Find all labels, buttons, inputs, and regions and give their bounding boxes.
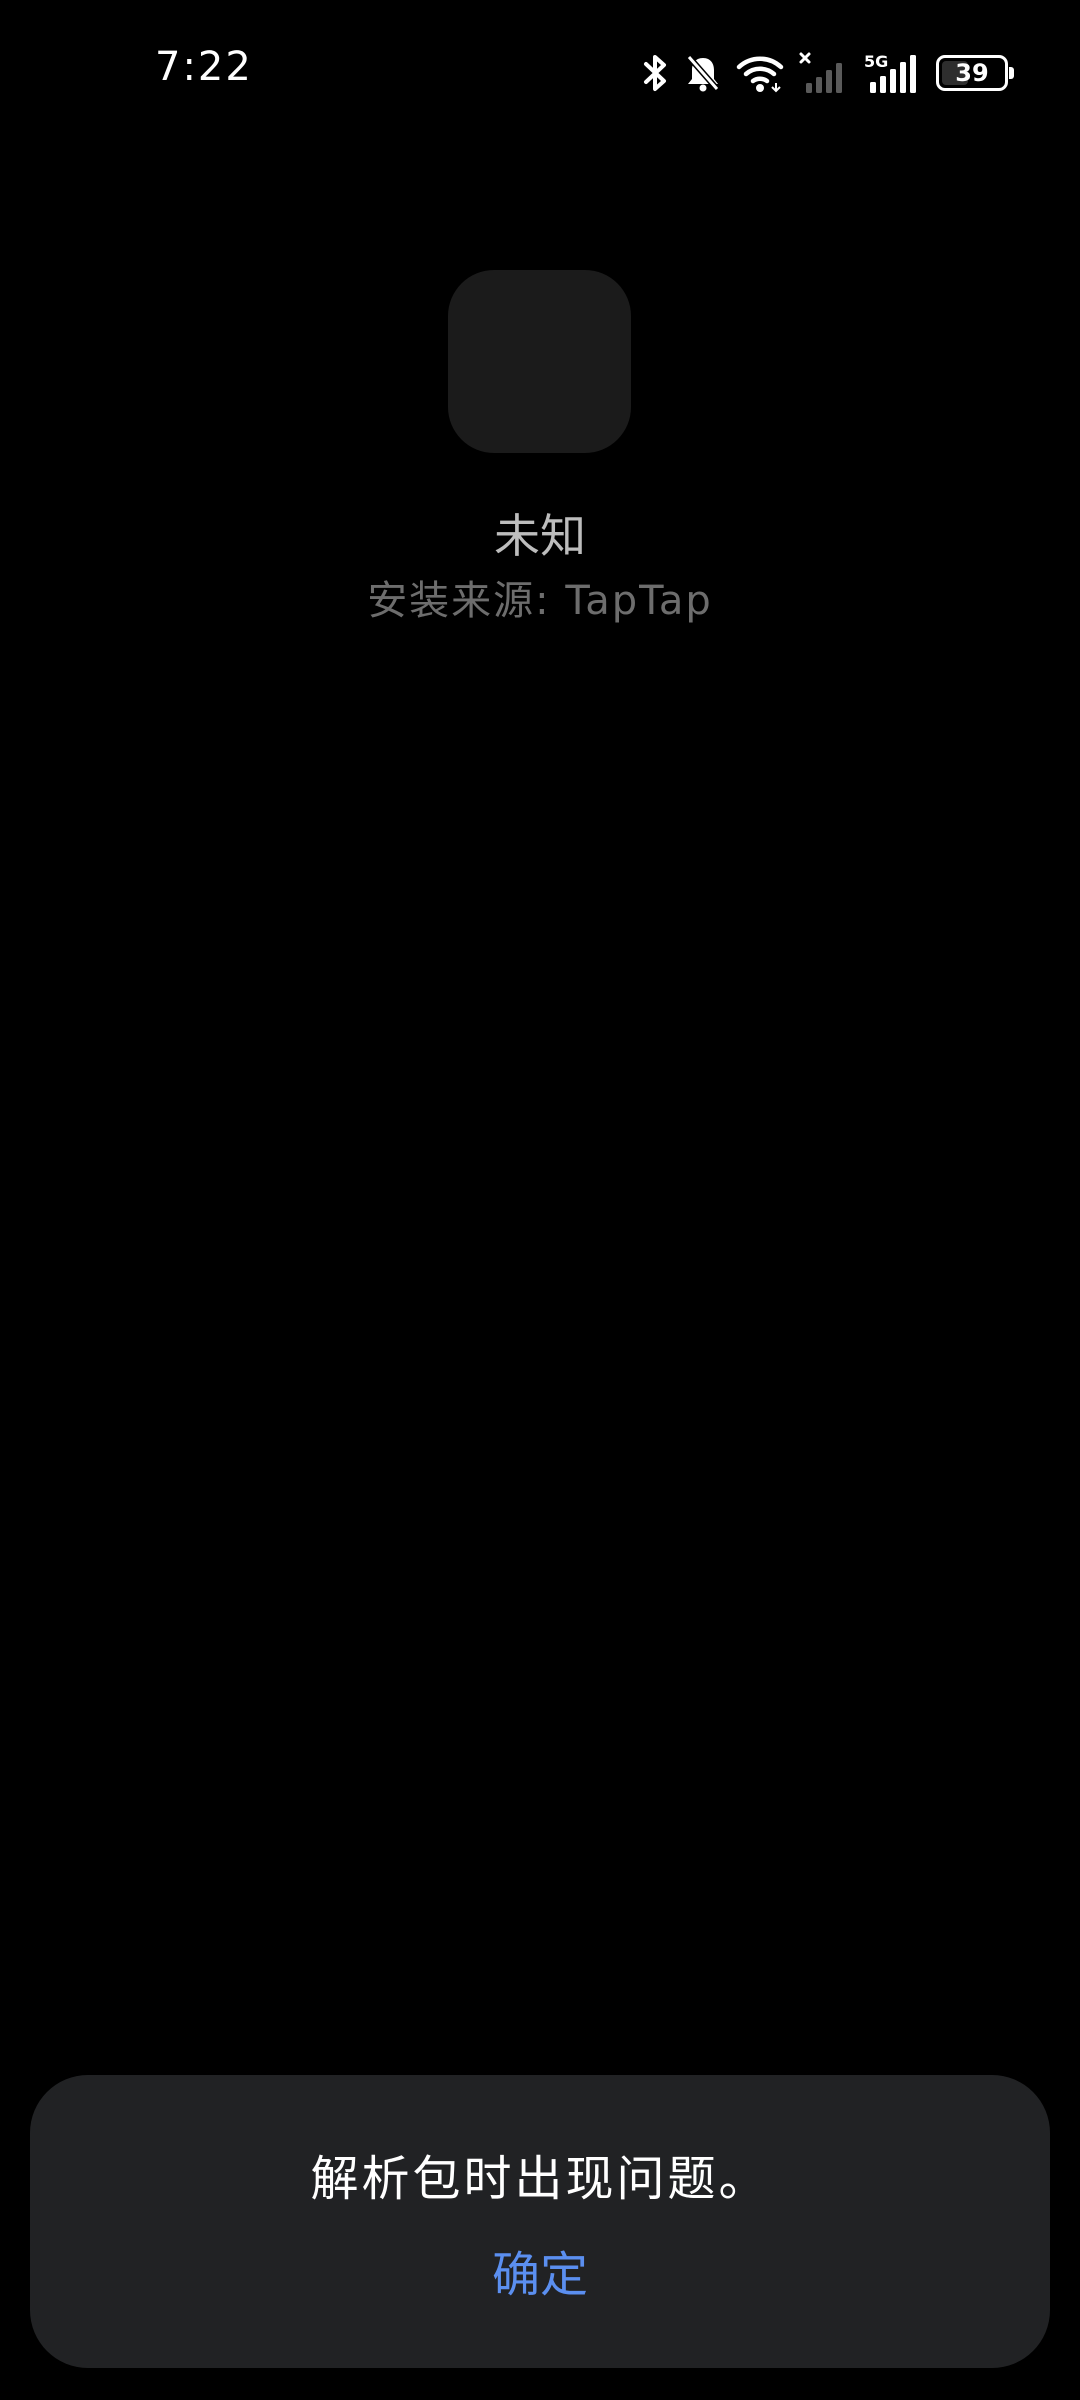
parse-error-dialog: 解析包时出现问题。 确定 — [30, 2075, 1050, 2368]
bluetooth-icon — [640, 53, 670, 93]
status-icons: 5G 39 — [640, 48, 1014, 98]
app-icon-placeholder — [448, 270, 631, 453]
svg-text:5G: 5G — [864, 52, 888, 71]
sim2-signal-icon: 5G — [864, 51, 922, 95]
wifi-icon — [736, 53, 784, 93]
dialog-message: 解析包时出现问题。 — [310, 2151, 770, 2207]
app-name: 未知 — [494, 509, 586, 563]
install-source: 安装来源: TapTap — [367, 578, 713, 624]
battery-icon: 39 — [936, 55, 1014, 91]
battery-level: 39 — [955, 59, 989, 87]
confirm-button[interactable]: 确定 — [440, 2240, 640, 2310]
status-bar: 7:22 5G 39 — [0, 0, 1080, 140]
status-time: 7:22 — [155, 44, 253, 90]
sim1-signal-icon — [798, 51, 850, 95]
mute-bell-icon — [684, 53, 722, 93]
